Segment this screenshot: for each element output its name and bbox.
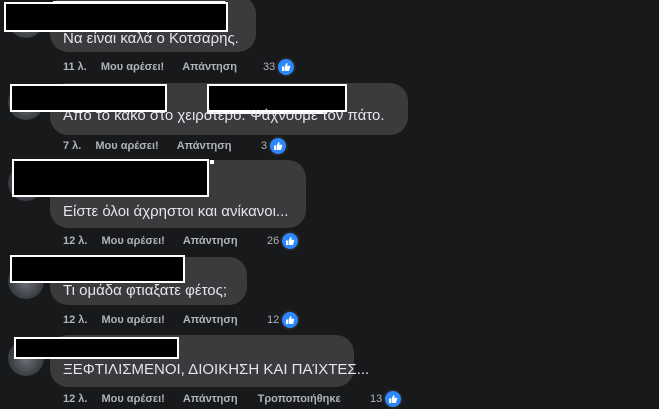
thumbs-up-icon [278, 59, 295, 75]
like-button[interactable]: Μου αρέσει! [101, 314, 164, 326]
like-button[interactable]: Μου αρέσει! [101, 393, 164, 405]
reply-button[interactable]: Απάντηση [177, 140, 232, 152]
reaction-count: 13 [370, 393, 383, 405]
reaction-count: 33 [263, 61, 276, 73]
reply-button[interactable]: Απάντηση [183, 235, 238, 247]
comment-timestamp[interactable]: 7 λ. [63, 140, 81, 152]
thumbs-up-icon [282, 233, 299, 249]
reply-button[interactable]: Απάντηση [183, 314, 238, 326]
comment-text: Τι ομάδα φτιαξατε φέτος; [63, 282, 228, 299]
reaction-count: 3 [261, 140, 268, 152]
comment-text: ΞΕΦΤΙΛΙΣΜΕΝΟΙ, ΔΙΟΙΚΗΣΗ ΚΑΙ ΠΑΊΧΤΕΣ... [63, 361, 370, 378]
redacted-author-name [210, 160, 214, 164]
reaction-summary[interactable]: 3 [261, 137, 287, 155]
comment-actions: 12 λ. Μου αρέσει! Απάντηση Τροποποιήθηκε [63, 391, 341, 407]
reply-button[interactable]: Απάντηση [183, 393, 238, 405]
reaction-summary[interactable]: 26 [267, 232, 299, 250]
redacted-author-name [4, 2, 228, 32]
comment-actions: 12 λ. Μου αρέσει! Απάντηση [63, 312, 238, 328]
redacted-author-name [10, 84, 167, 112]
reaction-summary[interactable]: 12 [267, 311, 299, 329]
like-button[interactable]: Μου αρέσει! [101, 61, 164, 73]
comment-text: Είστε όλοι άχρηστοι και ανίκανοι... [63, 203, 289, 220]
edited-label[interactable]: Τροποποιήθηκε [258, 393, 341, 405]
reaction-summary[interactable]: 13 [370, 390, 402, 408]
comment-timestamp[interactable]: 12 λ. [63, 235, 87, 247]
redacted-author-name [10, 255, 185, 283]
comment-actions: 11 λ. Μου αρέσει! Απάντηση [63, 59, 237, 75]
comment-actions: 12 λ. Μου αρέσει! Απάντηση [63, 233, 238, 249]
redacted-author-name [12, 159, 209, 197]
thumbs-up-icon [385, 391, 402, 407]
thumbs-up-icon [270, 138, 287, 154]
thumbs-up-icon [282, 312, 299, 328]
reaction-count: 12 [267, 314, 280, 326]
reply-button[interactable]: Απάντηση [182, 61, 237, 73]
like-button[interactable]: Μου αρέσει! [95, 140, 158, 152]
comment-timestamp[interactable]: 12 λ. [63, 393, 87, 405]
comment-timestamp[interactable]: 11 λ. [63, 61, 87, 73]
redacted-author-name [14, 337, 179, 359]
comment-text: Να είναι καλά ο Κοτσαρης. [63, 30, 239, 47]
comment-timestamp[interactable]: 12 λ. [63, 314, 87, 326]
reaction-summary[interactable]: 33 [263, 58, 295, 76]
comment-actions: 7 λ. Μου αρέσει! Απάντηση [63, 138, 232, 154]
like-button[interactable]: Μου αρέσει! [101, 235, 164, 247]
reaction-count: 26 [267, 235, 280, 247]
comments-section: Να είναι καλά ο Κοτσαρης. 11 λ. Μου αρέσ… [0, 0, 659, 409]
